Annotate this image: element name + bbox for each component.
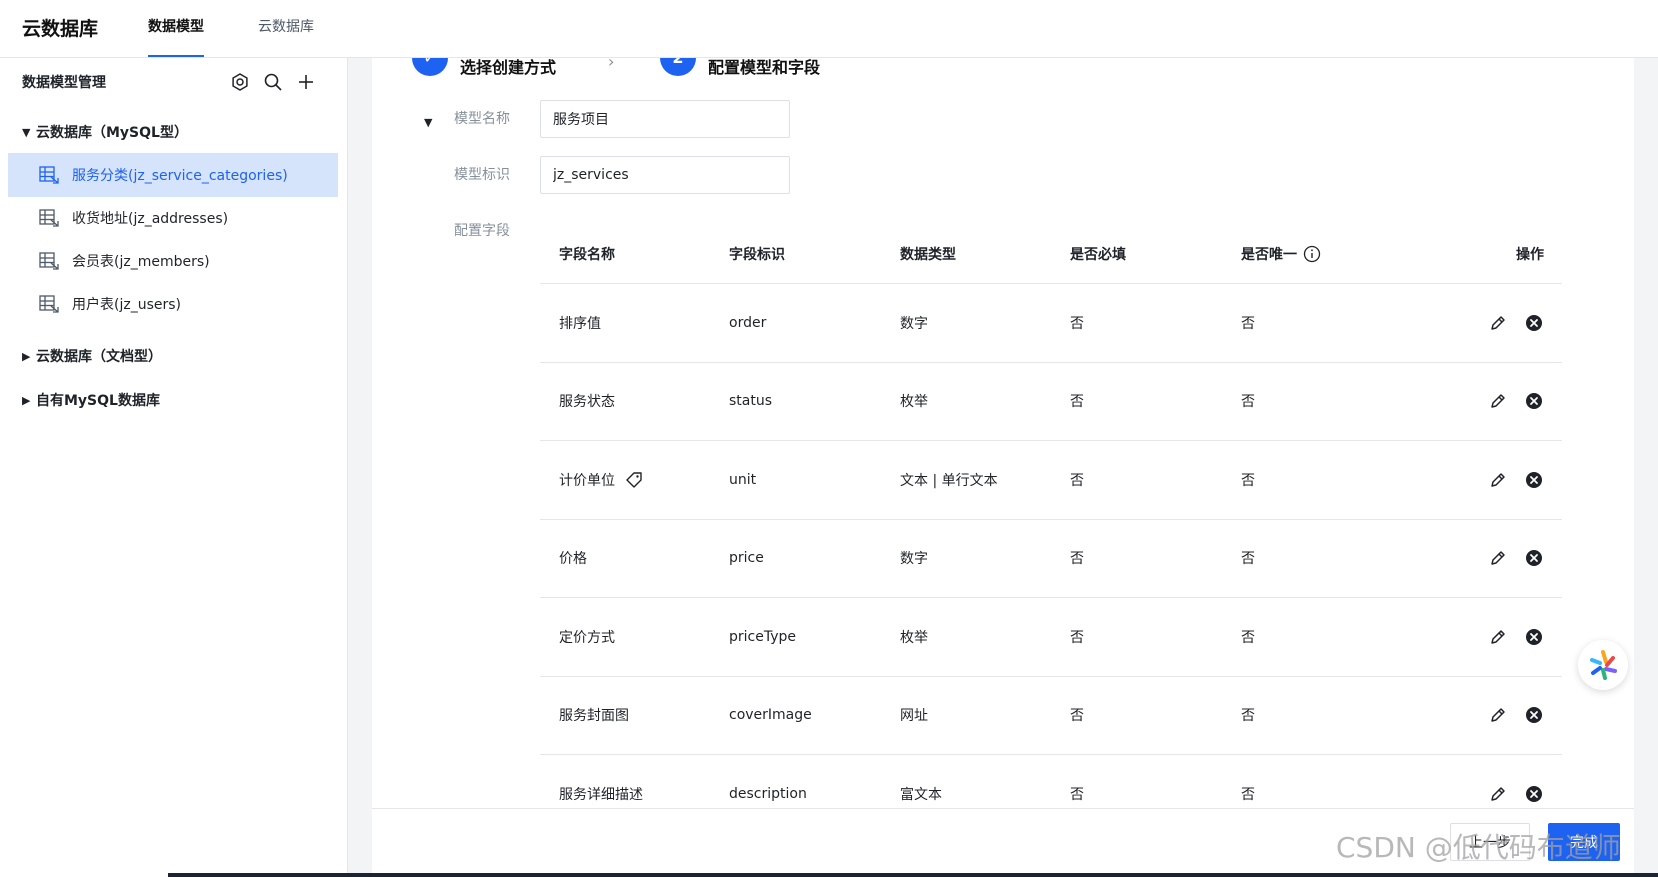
table-icon [39, 295, 59, 313]
gear-icon[interactable] [230, 72, 250, 92]
app-title: 云数据库 [22, 18, 99, 40]
top-bar: 云数据库 数据模型 云数据库 [0, 0, 1658, 58]
model-id-label: 模型标识 [454, 167, 510, 183]
caret-down-icon[interactable]: ▼ [424, 116, 432, 129]
step-2-circle: 2 [660, 58, 696, 76]
table-row: 定价方式 priceType 枚举否否 [540, 598, 1562, 677]
edit-icon[interactable] [1488, 313, 1508, 333]
table-row: 服务封面图 coverImage 网址否否 [540, 677, 1562, 755]
info-icon[interactable] [1303, 245, 1321, 263]
sidebar-item-label: 会员表(jz_members) [72, 254, 210, 270]
table-icon [39, 166, 59, 184]
plus-icon[interactable] [296, 72, 316, 92]
table-body: 排序值 order 数字否否服务状态 status 枚举否否计价单位 unit 文本 | 单… [540, 284, 1562, 834]
assistant-logo-icon [1590, 650, 1617, 680]
header-unique: 是否唯一 [1241, 224, 1321, 283]
header-field-name: 字段名称 [559, 246, 615, 263]
header-field-key: 字段标识 [729, 246, 785, 263]
delete-icon[interactable] [1524, 548, 1544, 568]
group-label: 云数据库（文档型） [36, 349, 162, 365]
delete-icon[interactable] [1524, 470, 1544, 490]
header-actions: 操作 [1516, 246, 1544, 263]
edit-icon[interactable] [1488, 705, 1508, 725]
header-required: 是否必填 [1070, 246, 1126, 263]
delete-icon[interactable] [1524, 627, 1544, 647]
header-unique-label: 是否唯一 [1241, 246, 1297, 263]
edit-icon[interactable] [1488, 391, 1508, 411]
sidebar-title: 数据模型管理 [22, 75, 106, 91]
search-icon[interactable] [263, 72, 283, 92]
step-1-label: 选择创建方式 [460, 58, 557, 77]
cell-actions [540, 284, 1562, 362]
sidebar-item-label: 用户表(jz_users) [72, 297, 181, 313]
delete-icon[interactable] [1524, 784, 1544, 804]
table-icon [39, 252, 59, 270]
cell-actions [540, 598, 1562, 676]
table-row: 服务状态 status 枚举否否 [540, 363, 1562, 441]
group-mysql[interactable]: ▼ 云数据库（MySQL型） [22, 122, 188, 142]
sidebar-item-service-categories[interactable]: 服务分类(jz_service_categories) [8, 153, 338, 197]
tab-data-model[interactable]: 数据模型 [148, 0, 204, 57]
watermark: CSDN @低代码布道师 [1336, 831, 1621, 864]
header-data-type: 数据类型 [900, 246, 956, 263]
edit-icon[interactable] [1488, 627, 1508, 647]
caret-right-icon: ▶ [22, 349, 31, 363]
tab-cloud-database[interactable]: 云数据库 [258, 0, 314, 57]
cell-actions [540, 520, 1562, 598]
delete-icon[interactable] [1524, 391, 1544, 411]
sidebar-item-label: 服务分类(jz_service_categories) [72, 168, 288, 184]
table-row: 价格 price 数字否否 [540, 520, 1562, 598]
step-2-label: 配置模型和字段 [708, 58, 821, 77]
table-row: 计价单位 unit 文本 | 单行文本否否 [540, 441, 1562, 520]
model-id-input[interactable] [540, 156, 790, 194]
edit-icon[interactable] [1488, 784, 1508, 804]
sidebar-item-addresses[interactable]: 收货地址(jz_addresses) [8, 196, 338, 240]
caret-down-icon: ▼ [22, 125, 31, 139]
model-name-label: 模型名称 [454, 111, 510, 127]
group-label: 自有MySQL数据库 [36, 393, 160, 409]
table-header: 字段名称 字段标识 数据类型 是否必填 是否唯一 操作 [540, 224, 1562, 284]
edit-icon[interactable] [1488, 548, 1508, 568]
sidebar-item-members[interactable]: 会员表(jz_members) [8, 239, 338, 283]
group-document[interactable]: ▶ 云数据库（文档型） [22, 346, 162, 366]
cell-actions [540, 677, 1562, 755]
fields-table: 字段名称 字段标识 数据类型 是否必填 是否唯一 操作 排序值 order 数字否否… [540, 224, 1562, 834]
group-own-mysql[interactable]: ▶ 自有MySQL数据库 [22, 390, 160, 410]
delete-icon[interactable] [1524, 705, 1544, 725]
cell-actions [540, 441, 1562, 519]
edit-icon[interactable] [1488, 470, 1508, 490]
stepper: ✓ 选择创建方式 › 2 配置模型和字段 [372, 58, 1634, 88]
table-row: 排序值 order 数字否否 [540, 284, 1562, 363]
main-panel: ✓ 选择创建方式 › 2 配置模型和字段 ▼ 模型名称 模型标识 配置字段 字段… [372, 58, 1634, 877]
group-label: 云数据库（MySQL型） [36, 125, 188, 141]
table-icon [39, 209, 59, 227]
model-name-input[interactable] [540, 100, 790, 138]
ai-assistant-button[interactable] [1578, 640, 1628, 690]
caret-right-icon: ▶ [22, 393, 31, 407]
chevron-right-icon: › [608, 58, 615, 71]
bottom-strip [168, 873, 1658, 877]
cell-actions [540, 363, 1562, 441]
sidebar-item-users[interactable]: 用户表(jz_users) [8, 282, 338, 326]
delete-icon[interactable] [1524, 313, 1544, 333]
sidebar: 数据模型管理 ▼ 云数据库（MySQL型） 服务分类(jz_service_ca… [0, 58, 348, 877]
fields-label: 配置字段 [454, 223, 510, 239]
sidebar-item-label: 收货地址(jz_addresses) [72, 211, 229, 227]
step-1-circle: ✓ [412, 58, 448, 76]
